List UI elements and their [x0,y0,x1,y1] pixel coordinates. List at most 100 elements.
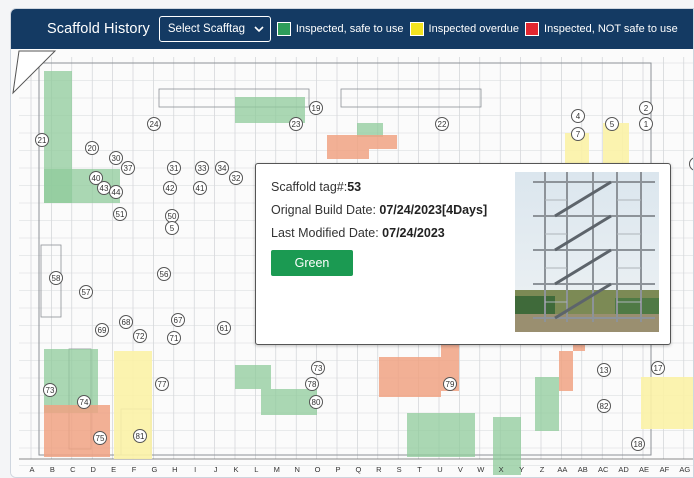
scaffold-marker[interactable]: 44 [109,185,123,199]
column-label: O [314,465,321,474]
scaffold-marker[interactable]: 81 [133,429,147,443]
popup-tag-value: 53 [347,180,362,194]
popup-tag-label: Scaffold tag#: [271,180,348,194]
column-label: H [172,465,178,474]
scaffold-marker[interactable]: 20 [85,141,99,155]
site-map[interactable]: 1924232221457212030373133343234043444241… [11,49,693,477]
scaffold-marker[interactable]: 1 [639,117,653,131]
status-button[interactable]: Green [271,250,353,276]
scafftag-select-label: Select Scafftag [167,23,246,35]
scaffold-marker[interactable]: 73 [311,361,325,375]
column-label: K [233,465,239,474]
legend-overdue-swatch [409,22,424,36]
popup-build-row: Orignal Build Date: 07/24/2023[4Days] [271,203,487,217]
column-label: AE [638,465,649,474]
scaffold-marker[interactable]: 77 [155,377,169,391]
column-label: U [437,465,443,474]
column-label: AG [679,465,691,474]
popup-build-value: 07/24/2023[4Days] [379,203,488,217]
scaffold-marker[interactable]: 72 [133,329,147,343]
column-label: E [111,465,117,474]
app-frame: Scaffold History Select Scafftag Inspect… [10,8,694,478]
scaffold-marker[interactable]: 82 [597,399,611,413]
popup-modified-label: Last Modified Date: [271,226,383,240]
scaffold-marker[interactable]: 73 [43,383,57,397]
column-label: C [70,465,76,474]
scaffold-marker[interactable]: 2 [639,101,653,115]
scaffold-marker[interactable]: 69 [95,323,109,337]
scaffold-marker[interactable]: 33 [195,161,209,175]
column-label: T [417,465,422,474]
scaffold-marker[interactable]: 74 [77,395,91,409]
scaffold-marker[interactable]: 30 [109,151,123,165]
scaffold-marker[interactable]: 32 [229,171,243,185]
column-label: AB [577,465,588,474]
scaffold-marker[interactable]: 24 [147,117,161,131]
legend-overdue-label: Inspected overdue [428,23,520,35]
scaffold-marker[interactable]: 57 [79,285,93,299]
scaffold-marker[interactable]: 42 [163,181,177,195]
scaffold-marker[interactable]: 68 [119,315,133,329]
legend-overdue: Inspected overdue [409,22,520,36]
zone-red[interactable] [559,351,573,391]
scaffold-marker[interactable]: 80 [309,395,323,409]
scaffold-marker[interactable]: 31 [167,161,181,175]
column-label: R [376,465,382,474]
column-label: P [335,465,341,474]
scaffold-marker[interactable]: 37 [121,161,135,175]
scaffold-marker[interactable]: 67 [171,313,185,327]
scaffold-marker[interactable]: 5 [605,117,619,131]
scaffold-marker[interactable]: 22 [435,117,449,131]
column-label: L [254,465,259,474]
scafftag-select[interactable]: Select Scafftag [158,16,271,42]
scaffold-marker[interactable]: 5 [165,221,179,235]
column-label: B [49,465,55,474]
zone-yellow[interactable] [114,351,152,459]
scaffold-marker[interactable]: 71 [167,331,181,345]
page-title: Scaffold History [47,21,150,37]
column-label: V [457,465,463,474]
scaffold-marker[interactable]: 21 [35,133,49,147]
column-label: AD [618,465,629,474]
zone-red[interactable] [379,357,441,397]
scaffold-marker[interactable]: 58 [49,271,63,285]
zone-green[interactable] [407,413,475,457]
header-bar: Scaffold History Select Scafftag Inspect… [11,9,693,49]
popup-tail [12,49,57,95]
popup-modified-value: 07/24/2023 [382,226,445,240]
column-label: Y [519,465,525,474]
column-label: Z [539,465,545,474]
scaffold-marker[interactable]: 4 [571,109,585,123]
zone-red[interactable] [369,135,397,149]
scaffold-marker[interactable]: 51 [113,207,127,221]
legend-unsafe-swatch [525,22,540,36]
scaffold-popup: Scaffold tag#:53 Orignal Build Date: 07/… [255,163,671,345]
scaffold-marker[interactable]: 56 [157,267,171,281]
scaffold-marker[interactable]: 34 [215,161,229,175]
legend-safe-swatch [276,22,291,36]
zone-yellow[interactable] [641,377,693,429]
column-label: G [151,465,158,474]
scaffold-marker[interactable]: 7 [571,127,585,141]
column-label: Q [355,465,362,474]
scaffold-marker[interactable]: 13 [597,363,611,377]
legend-safe-label: Inspected, safe to use [295,23,404,35]
scaffold-marker[interactable]: 61 [217,321,231,335]
zone-green[interactable] [235,365,271,389]
scaffold-marker[interactable]: 41 [193,181,207,195]
scaffold-marker[interactable]: 23 [289,117,303,131]
scaffold-marker[interactable]: 79 [443,377,457,391]
zone-red[interactable] [327,135,369,159]
column-label: AA [557,465,568,474]
zone-green[interactable] [535,377,559,431]
scaffold-marker[interactable]: 78 [305,377,319,391]
scaffold-marker[interactable]: 75 [93,431,107,445]
column-label: X [498,465,504,474]
scaffold-marker[interactable]: 19 [309,101,323,115]
legend-safe: Inspected, safe to use [276,22,404,36]
column-label: J [213,465,218,474]
chevron-down-icon [254,26,264,33]
scaffold-marker[interactable]: 18 [631,437,645,451]
scaffold-marker[interactable]: 17 [651,361,665,375]
column-label: AF [659,465,670,474]
